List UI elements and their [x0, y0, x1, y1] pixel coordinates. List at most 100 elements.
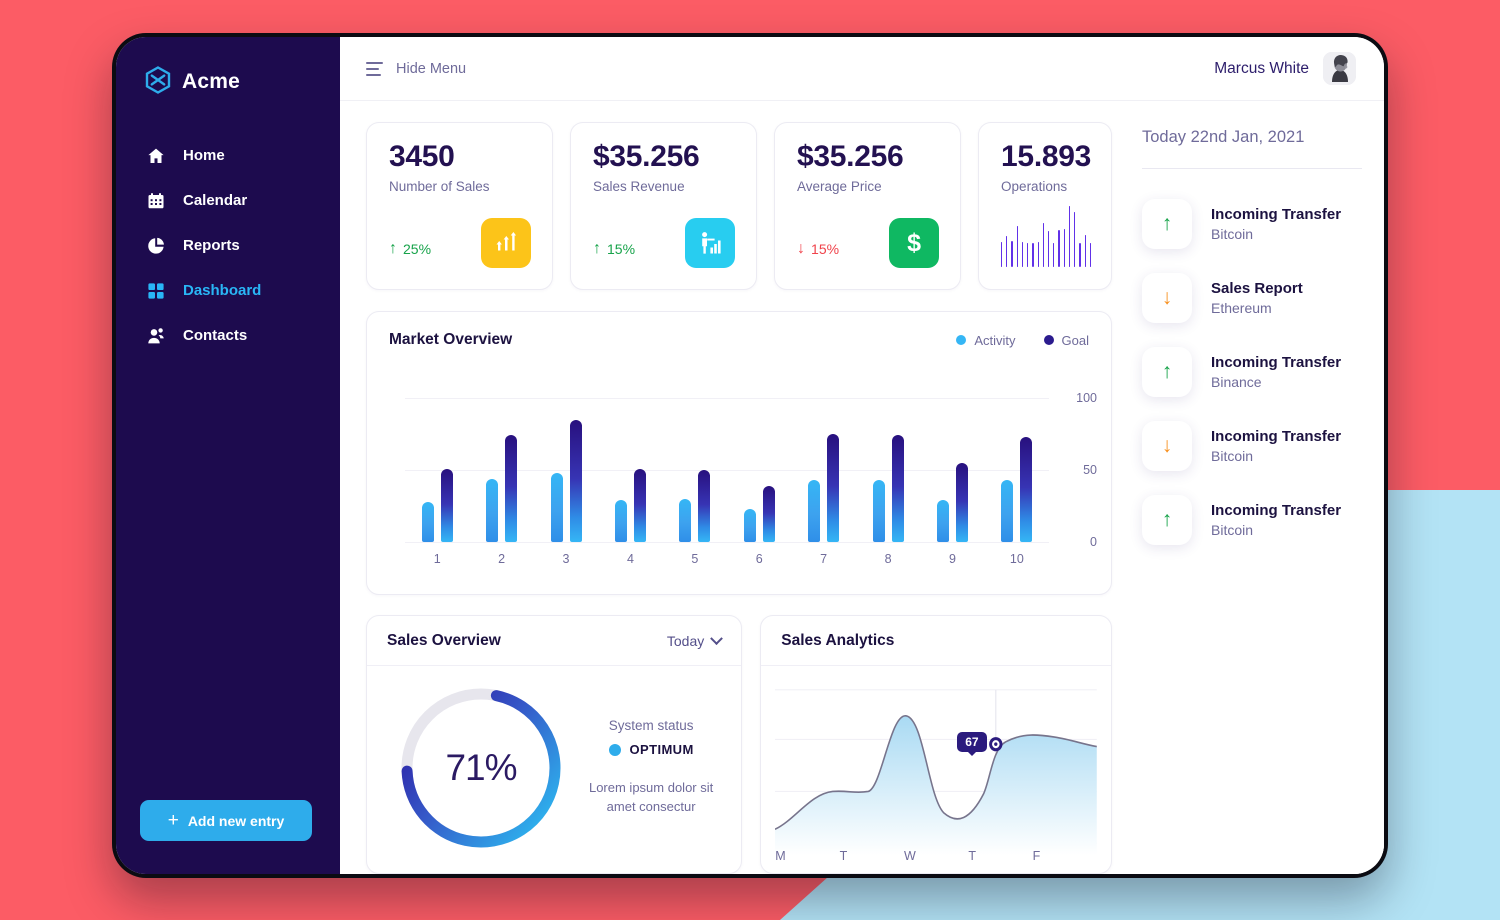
sales-analytics-card: Sales Analytics 67 M T W T F: [760, 615, 1112, 874]
sales-overview-body: 71% System status OPTIMUM Lorem ipsum do…: [367, 666, 741, 873]
x-axis-tick: T: [839, 849, 848, 863]
arrow-down-icon[interactable]: ↓: [1142, 273, 1192, 323]
sidebar-item-contacts[interactable]: Contacts: [116, 313, 340, 358]
sales-overview-card: Sales Overview Today 71% System status O…: [366, 615, 743, 874]
list-item-subtitle: Bitcoin: [1211, 448, 1254, 464]
list-item-subtitle: Bitcoin: [1211, 522, 1254, 538]
market-overview-bars: [405, 398, 1049, 542]
stat-card-operations: 15.893 Operations: [978, 122, 1113, 290]
list-item-title: Incoming Transfer: [1211, 428, 1342, 445]
legend-label: Activity: [974, 332, 1016, 348]
sidebar-item-home[interactable]: Home: [116, 133, 340, 178]
y-axis-tick: 100: [1076, 391, 1097, 405]
list-item-text: Sales Report Ethereum: [1211, 280, 1303, 316]
market-overview-x-axis: 1 2 3 4 5 6 7 8 9 10: [405, 552, 1049, 566]
stat-value: 3450: [389, 140, 455, 173]
bar-goal: [440, 468, 453, 542]
user-menu[interactable]: Marcus White: [1214, 52, 1356, 85]
stat-label: Operations: [1001, 179, 1068, 194]
avatar[interactable]: [1323, 52, 1356, 85]
stat-delta: ↓ 15%: [797, 240, 839, 258]
activity-panel: Today 22nd Jan, 2021 ↑ Incoming Transfer B…: [1126, 122, 1384, 874]
arrow-down-icon[interactable]: ↓: [1142, 421, 1192, 471]
bar-activity: [550, 472, 563, 542]
dashboard-content: 3450 Number of Sales ↑ 25% $35.256 Sales…: [340, 101, 1384, 874]
list-item[interactable]: ↓ Incoming Transfer Bitcoin: [1140, 409, 1362, 483]
sales-overview-range-select[interactable]: Today: [666, 631, 724, 649]
sparkline-bar: [1089, 243, 1091, 267]
sparkline-bar: [1084, 234, 1086, 267]
x-axis-tick: 2: [498, 552, 506, 566]
x-axis-tick: 1: [433, 552, 441, 566]
presenter-chart-icon: [685, 218, 736, 268]
hide-menu-toggle[interactable]: Hide Menu: [366, 61, 466, 77]
stat-label: Number of Sales: [389, 179, 490, 194]
grid-icon: [146, 281, 166, 301]
system-status-value: OPTIMUM: [629, 742, 694, 758]
hexagon-logo-icon: [145, 65, 171, 99]
sidebar-item-calendar[interactable]: Calendar: [116, 178, 340, 223]
bar-activity: [421, 501, 434, 542]
bar-activity: [743, 508, 756, 542]
add-new-entry-button[interactable]: + Add new entry: [140, 800, 312, 841]
list-item[interactable]: ↓ Sales Report Ethereum: [1140, 261, 1362, 335]
stat-delta-value: 25%: [403, 241, 432, 257]
arrow-up-icon[interactable]: ↑: [1142, 347, 1192, 397]
x-axis-tick: 6: [755, 552, 763, 566]
list-item-subtitle: Ethereum: [1211, 300, 1272, 316]
contacts-icon: [146, 326, 166, 346]
bar-group: [469, 398, 533, 542]
brand-logo[interactable]: Acme: [116, 59, 340, 105]
stat-label: Sales Revenue: [593, 179, 685, 194]
sidebar-item-reports[interactable]: Reports: [116, 223, 340, 268]
sidebar-item-label: Contacts: [183, 327, 248, 344]
sparkline-bar: [1027, 242, 1029, 267]
bar-goal: [1020, 436, 1033, 542]
sidebar: Acme Home Calendar Reports Dashboard Con…: [116, 37, 340, 874]
legend-item-goal: Goal: [1043, 332, 1089, 348]
activity-list: ↑ Incoming Transfer Bitcoin ↓ Sales Report Et…: [1140, 187, 1362, 557]
arrow-up-icon[interactable]: ↑: [1142, 495, 1192, 545]
stat-value: 15.893: [1001, 140, 1092, 173]
bar-group: [856, 398, 920, 542]
pie-chart-icon: [146, 236, 166, 256]
sales-overview-status: System status OPTIMUM Lorem ipsum dolor …: [573, 718, 723, 817]
bar-goal: [762, 485, 775, 542]
sales-overview-donut: 71%: [395, 682, 567, 854]
list-item[interactable]: ↑ Incoming Transfer Bitcoin: [1140, 483, 1362, 557]
bar-group: [534, 398, 598, 542]
x-axis-tick: M: [775, 849, 786, 863]
arrow-up-icon[interactable]: ↑: [1142, 199, 1192, 249]
bar-activity: [614, 500, 627, 542]
sparkline-bar: [1048, 231, 1050, 267]
x-axis-tick: F: [1032, 849, 1041, 863]
arrow-up-icon: ↑: [593, 240, 602, 257]
range-label: Today: [666, 633, 705, 649]
stat-label: Average Price: [797, 179, 882, 194]
list-item[interactable]: ↑ Incoming Transfer Binance: [1140, 335, 1362, 409]
x-axis-tick: 8: [884, 552, 892, 566]
legend-item-activity: Activity: [956, 332, 1016, 348]
bar-activity: [679, 498, 692, 542]
stat-cards-row: 3450 Number of Sales ↑ 25% $35.256 Sales…: [366, 122, 1113, 290]
arrow-down-icon: ↓: [797, 240, 806, 257]
bar-goal: [827, 434, 840, 542]
sparkline-bar: [1068, 206, 1071, 267]
sparkline-bar: [1037, 241, 1039, 267]
system-status-description: Lorem ipsum dolor sit amet consectur: [588, 780, 714, 814]
dollar-icon: $: [889, 218, 940, 268]
sidebar-item-dashboard[interactable]: Dashboard: [116, 268, 340, 313]
sparkline-bar: [1032, 242, 1034, 267]
sparkline-bar: [1063, 229, 1065, 267]
stat-delta-value: 15%: [607, 241, 636, 257]
bar-activity: [872, 480, 885, 542]
legend-label: Goal: [1061, 332, 1089, 348]
x-axis-tick: 9: [948, 552, 956, 566]
list-item[interactable]: ↑ Incoming Transfer Bitcoin: [1140, 187, 1362, 261]
sparkline-bar: [1021, 241, 1024, 267]
hide-menu-label: Hide Menu: [396, 60, 467, 77]
y-axis-tick: 0: [1090, 535, 1097, 549]
bar-activity: [1001, 480, 1014, 542]
user-name: Marcus White: [1214, 59, 1309, 77]
main-area: Hide Menu Marcus White 3450 Number of Sa…: [340, 37, 1384, 874]
